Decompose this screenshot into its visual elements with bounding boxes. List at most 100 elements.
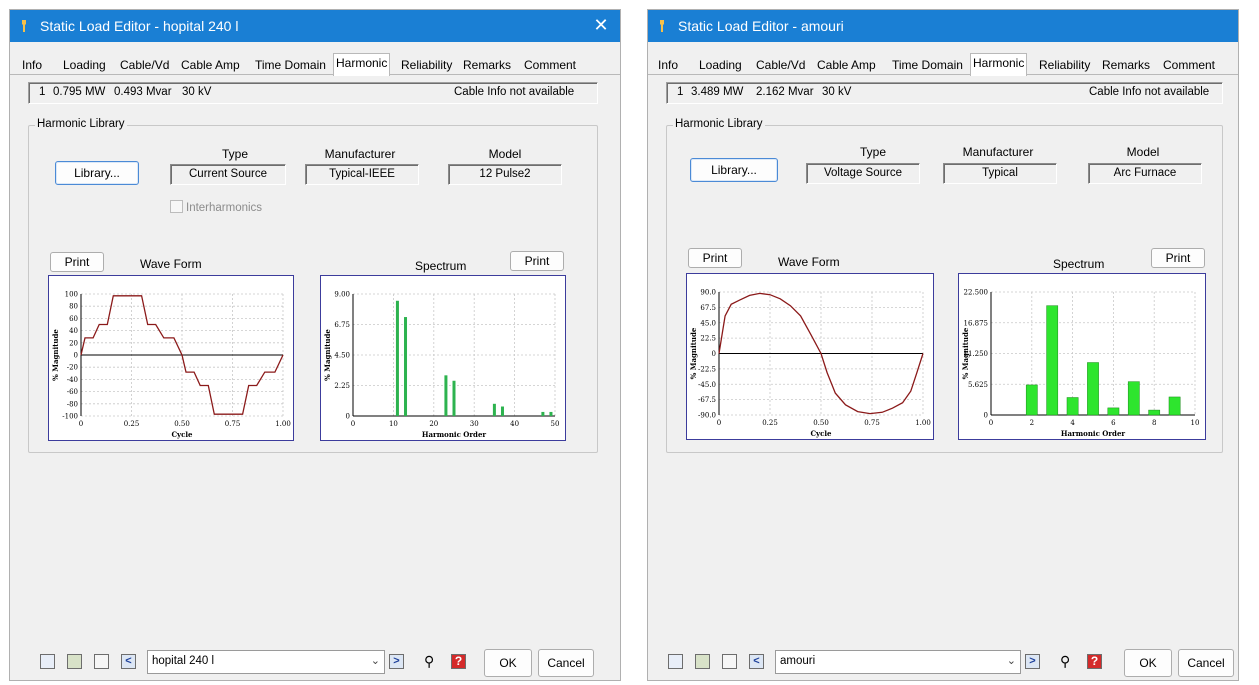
help-icon[interactable]: ? <box>451 654 466 669</box>
spectrum-bar <box>452 380 456 416</box>
previous-icon[interactable]: < <box>749 654 764 669</box>
x-axis-label: Cycle <box>810 429 832 438</box>
y-tick-label: -80 <box>67 400 78 408</box>
next-icon[interactable]: > <box>389 654 404 669</box>
right-spectrum-plot: 22.500 16.875 11.250 5.625 0 0 2 4 6 8 10 Harmonic … <box>958 273 1206 440</box>
cancel-button[interactable]: Cancel <box>1178 649 1234 677</box>
binoculars-icon[interactable]: ⚲ <box>1060 654 1075 669</box>
tab-strip: Info Loading Cable/Vd Cable Amp Time Dom… <box>10 53 620 76</box>
tab-info[interactable]: Info <box>20 56 44 74</box>
tab-time-domain[interactable]: Time Domain <box>890 56 965 74</box>
y-tick-label: -40 <box>67 376 78 384</box>
spectrum-bar <box>395 300 399 416</box>
x-tick-label: 40 <box>510 420 519 428</box>
x-tick-label: 8 <box>1152 419 1156 427</box>
static-load-editor-dialog-right: Static Load Editor - amouri Info Loading… <box>648 10 1238 680</box>
model-field: 12 Pulse2 <box>448 164 562 185</box>
tab-reliability[interactable]: Reliability <box>1037 56 1092 74</box>
spectrum-bar <box>1046 305 1059 416</box>
spectrum-print-button[interactable]: Print <box>510 251 564 271</box>
undo-icon[interactable] <box>94 654 109 669</box>
y-axis-label: % Magnitude <box>323 329 332 381</box>
spectrum-bar <box>444 375 448 416</box>
wrench-app-icon <box>660 20 664 32</box>
y-tick-label: 67.5 <box>700 304 716 312</box>
waveform-print-button[interactable]: Print <box>688 248 742 268</box>
interharmonics-checkbox[interactable]: Interharmonics <box>170 200 262 214</box>
copy-icon[interactable] <box>40 654 55 669</box>
tab-reliability[interactable]: Reliability <box>399 56 454 74</box>
tab-cable-vd[interactable]: Cable/Vd <box>754 56 807 74</box>
waveform-chart: 90.067.545.022.50-22.5-45.0-67.5-90.00 0.… <box>689 289 931 439</box>
undo-icon[interactable] <box>722 654 737 669</box>
spectrum-bar <box>1107 407 1120 416</box>
group-title: Harmonic Library <box>673 118 765 130</box>
binoculars-icon[interactable]: ⚲ <box>424 654 439 669</box>
load-name-combo[interactable]: hopital 240 l ⌄ <box>147 650 385 674</box>
library-button[interactable]: Library... <box>690 158 778 182</box>
y-tick-label: 40 <box>69 327 78 335</box>
tab-time-domain[interactable]: Time Domain <box>253 56 328 74</box>
left-spectrum-plot: 9.00 6.75 4.50 2.25 0 0 10 20 30 40 50 Harmonic Ord… <box>320 275 566 441</box>
tab-comment[interactable]: Comment <box>1161 56 1217 74</box>
x-tick-label: 0.25 <box>762 419 778 427</box>
waveform-title: Wave Form <box>778 255 840 269</box>
y-tick-label: 80 <box>69 303 78 311</box>
x-tick-label: 0 <box>79 420 83 428</box>
type-field: Voltage Source <box>806 163 920 184</box>
model-field: Arc Furnace <box>1088 163 1202 184</box>
y-tick-label: -22.5 <box>698 365 716 373</box>
tab-comment[interactable]: Comment <box>522 56 578 74</box>
ok-button[interactable]: OK <box>484 649 532 677</box>
x-tick-label: 0 <box>989 419 993 427</box>
tab-cable-amp[interactable]: Cable Amp <box>815 56 878 74</box>
paste-icon[interactable] <box>67 654 82 669</box>
tab-harmonic[interactable]: Harmonic <box>333 53 391 76</box>
spectrum-print-button[interactable]: Print <box>1151 248 1205 268</box>
close-icon[interactable]: ✕ <box>590 14 612 36</box>
ok-button[interactable]: OK <box>1124 649 1172 677</box>
checkbox-box[interactable] <box>170 200 183 213</box>
tab-remarks[interactable]: Remarks <box>461 56 513 74</box>
y-tick-label: 0 <box>74 352 78 360</box>
y-axis-label: % Magnitude <box>689 327 698 379</box>
info-index: 1 <box>39 86 46 98</box>
tab-info[interactable]: Info <box>656 56 680 74</box>
title-bar: Static Load Editor - amouri <box>648 10 1238 42</box>
group-title: Harmonic Library <box>35 118 127 130</box>
manufacturer-field: Typical <box>943 163 1057 184</box>
library-button[interactable]: Library... <box>55 161 139 185</box>
bottom-toolbar: < hopital 240 l ⌄ > ⚲ ? OK Cancel <box>10 647 620 677</box>
bottom-toolbar: < amouri ⌄ > ⚲ ? OK Cancel <box>648 647 1238 677</box>
chevron-down-icon[interactable]: ⌄ <box>371 654 380 667</box>
spectrum-bar <box>492 403 496 416</box>
spectrum-bar <box>541 411 545 416</box>
info-kv: 30 kV <box>182 86 212 98</box>
chevron-down-icon[interactable]: ⌄ <box>1007 654 1016 667</box>
x-tick-label: 10 <box>389 420 398 428</box>
info-mw: 0.795 MW <box>53 86 106 98</box>
y-tick-label: 22.500 <box>964 289 989 297</box>
load-name-combo[interactable]: amouri ⌄ <box>775 650 1021 674</box>
y-tick-label: 4.50 <box>334 352 350 360</box>
x-tick-label: 0.75 <box>864 419 880 427</box>
next-icon[interactable]: > <box>1025 654 1040 669</box>
x-tick-label: 1.00 <box>915 419 931 427</box>
tab-loading[interactable]: Loading <box>697 56 744 74</box>
info-cable: Cable Info not available <box>454 86 575 98</box>
tab-cable-vd[interactable]: Cable/Vd <box>118 56 171 74</box>
waveform-print-button[interactable]: Print <box>50 252 104 272</box>
tab-cable-amp[interactable]: Cable Amp <box>179 56 242 74</box>
previous-icon[interactable]: < <box>121 654 136 669</box>
x-tick-label: 0.50 <box>813 419 829 427</box>
paste-icon[interactable] <box>695 654 710 669</box>
tab-harmonic[interactable]: Harmonic <box>970 53 1028 76</box>
cancel-button[interactable]: Cancel <box>538 649 594 677</box>
help-icon[interactable]: ? <box>1087 654 1102 669</box>
x-tick-label: 2 <box>1030 419 1034 427</box>
copy-icon[interactable] <box>668 654 683 669</box>
tab-loading[interactable]: Loading <box>61 56 108 74</box>
tab-remarks[interactable]: Remarks <box>1100 56 1152 74</box>
x-tick-label: 50 <box>551 420 560 428</box>
x-tick-label: 4 <box>1070 419 1075 427</box>
